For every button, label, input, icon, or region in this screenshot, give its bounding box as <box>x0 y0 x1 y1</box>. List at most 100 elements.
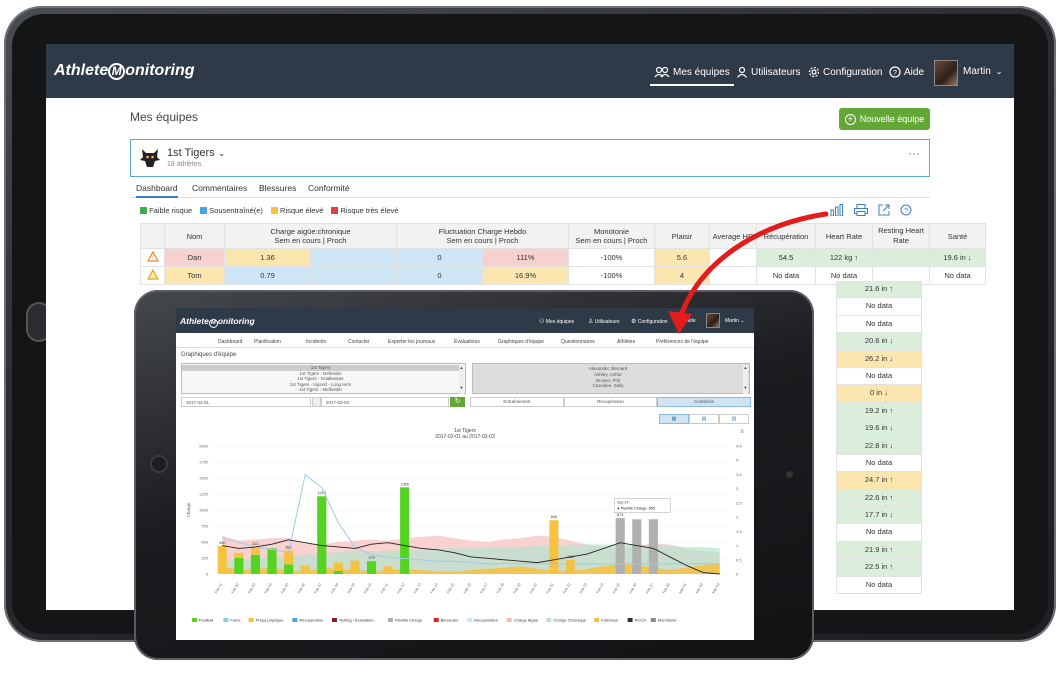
segment-recovery[interactable]: Récupération <box>563 397 658 407</box>
tab-injuries[interactable]: Blessures <box>259 183 296 193</box>
tab-1[interactable]: Planification <box>254 339 281 345</box>
team-select-list[interactable]: 1st Tigers 1st Tigers - Defender 1st Tiger… <box>181 363 466 394</box>
nav-teams[interactable]: Mes équipes <box>650 60 734 86</box>
legend-very-high-risk: Risque très élevé <box>331 206 398 215</box>
x-tick-label: Feb 24 <box>595 583 604 595</box>
col-sante[interactable]: Santé <box>929 223 986 249</box>
col-resting-hr[interactable]: Resting Heart Rate <box>872 223 930 249</box>
date-to-input[interactable]: 2017-03-03 <box>321 397 449 407</box>
chevron-down-icon: ⌄ <box>740 318 745 324</box>
app-logo[interactable]: Athlete Monitoring <box>54 62 195 80</box>
bar-pr-pa-physique <box>217 545 227 574</box>
athlete-name[interactable]: Tom <box>164 266 225 285</box>
x-tick-label: Feb 05 <box>280 583 289 595</box>
chart-view-bar-icon[interactable]: ▦ <box>659 414 689 424</box>
athlete-name[interactable]: Dan <box>164 248 225 267</box>
x-tick-label: Feb 19 <box>513 583 522 595</box>
avatar[interactable] <box>706 313 720 328</box>
team-option[interactable]: 1st Tigers - Midfielder <box>182 387 459 393</box>
tab-5[interactable]: Évaluations <box>454 339 480 345</box>
nav-help[interactable]: ? Aide <box>681 318 696 324</box>
x-tick-label: Mar 01 <box>678 583 687 595</box>
col-avg-hr[interactable]: Average HR <box>709 223 757 249</box>
bar-planifi-charge <box>615 518 625 574</box>
export-icon[interactable] <box>878 204 890 216</box>
print-icon[interactable] <box>854 204 868 216</box>
legend-swatch <box>292 618 298 622</box>
col-fluct[interactable]: Fluctuation Charge Hebdo Sem en cours | P… <box>396 223 569 249</box>
cell-sante: 0 in ↓ <box>836 385 922 403</box>
x-tick-label: Feb 14 <box>430 583 439 595</box>
y-tick-label: 500 <box>201 540 208 545</box>
nav-teams[interactable]: ⚇ Mes équipes <box>539 318 575 326</box>
logo-text-a: Athlete <box>180 316 209 326</box>
nav-configuration[interactable]: ⚙ Configuration <box>631 318 668 326</box>
nav-configuration[interactable]: Configuration <box>808 66 882 78</box>
tab-0[interactable]: Dashboard <box>218 339 242 345</box>
col-plaisir[interactable]: Plaisir <box>654 223 710 249</box>
chart-view-line-icon[interactable]: ▤ <box>689 414 719 424</box>
data-label: 873 <box>617 513 623 517</box>
cell-sante: 26.2 in ↓ <box>836 350 922 368</box>
col-recup[interactable]: Récupération <box>756 223 816 249</box>
refresh-button[interactable]: ↻ <box>450 397 465 407</box>
nav-users[interactable]: Utilisateurs <box>736 66 800 78</box>
bar-pr-pa-physique <box>250 547 261 555</box>
chart-view-table-icon[interactable]: ▥ <box>719 414 749 424</box>
avatar[interactable] <box>934 60 958 86</box>
legend-swatch <box>467 618 473 622</box>
col-mono-sub: Sem en cours | Proch <box>575 236 648 245</box>
user-name: Martin <box>725 318 739 324</box>
scrollbar[interactable]: ▲ ▼ <box>459 365 464 394</box>
tab-4[interactable]: Exporter les journaux <box>388 339 435 345</box>
tab-3[interactable]: Contacter <box>348 339 370 345</box>
tab-dashboard[interactable]: Dashboard <box>136 183 178 198</box>
y-tick-label: 1500 <box>199 476 209 481</box>
team-name[interactable]: 1st Tigers ⌄ <box>167 147 225 159</box>
cell-plaisir: 5.6 <box>654 248 710 267</box>
segment-combined[interactable]: Combinés <box>657 397 752 407</box>
refresh-icon: ↻ <box>454 398 461 405</box>
tab-2[interactable]: Incidents <box>306 339 326 345</box>
bar-football <box>333 570 343 574</box>
segment-training[interactable]: Entraînement <box>470 397 564 407</box>
user-menu[interactable]: Martin ⌄ <box>725 318 745 324</box>
legend-label: Récupération <box>299 618 323 623</box>
svg-text:?: ? <box>893 70 897 77</box>
user-menu[interactable]: Martin ⌄ <box>963 66 1003 77</box>
col-fluct-sub: Sem en cours | Proch <box>446 236 519 245</box>
nav-help[interactable]: ? Aide <box>889 66 924 78</box>
tab-7[interactable]: Questionnaires <box>561 339 595 345</box>
col-acute[interactable]: Charge aigüe:chronique Sem en cours | Pro… <box>224 223 397 249</box>
cell-heart-rate: 122 kg ↑ <box>815 248 873 267</box>
nav-configuration-label: Configuration <box>823 66 883 78</box>
nav-configuration-label: Configuration <box>637 318 668 325</box>
bar-chart-icon[interactable] <box>830 204 844 216</box>
tab-compliance[interactable]: Conformité <box>308 183 350 193</box>
athlete-select-list[interactable]: Alexander, Bernard Ashley, Arthur Brower, … <box>472 363 750 394</box>
team-load-chart[interactable]: 1st Tigers2017-02-01 au 2017-03-03≡02505… <box>176 426 754 640</box>
col-heart-rate[interactable]: Heart Rate <box>815 223 873 249</box>
cell-sante: No data <box>929 266 986 285</box>
date-from-input[interactable]: 2017-02-01 <box>181 397 311 407</box>
table-row[interactable]: ! Dan 1.36 0 111% -100% 5.6 54.5 122 kg … <box>140 248 986 267</box>
app-logo[interactable]: Athlete Monitoring <box>180 316 255 328</box>
col-nom[interactable]: Nom <box>164 223 225 249</box>
sante-column: 21.6 in ↑ No data No data 20.6 in ↓ 26.2 in … <box>836 281 922 595</box>
scrollbar[interactable]: ▲ ▼ <box>743 365 748 394</box>
tab-9[interactable]: Préférences de l'équipe <box>656 339 708 345</box>
help-icon[interactable]: ? <box>900 204 912 216</box>
x-tick-label: Feb 18 <box>496 583 505 595</box>
more-options-icon[interactable]: ··· <box>908 146 920 160</box>
athlete-option[interactable]: Cassidee, Sally <box>473 383 743 389</box>
y2-tick-label: 0 <box>736 572 739 577</box>
tooltip-title: Sep 24 <box>617 500 628 504</box>
tab-comments[interactable]: Commentaires <box>192 183 247 193</box>
col-mono[interactable]: Monotonie Sem en cours | Proch <box>568 223 655 249</box>
tab-8[interactable]: Athlètes <box>617 339 635 345</box>
new-team-button[interactable]: + Nouvelle équipe <box>839 108 930 130</box>
data-label: 379 <box>368 556 374 560</box>
team-card-header[interactable]: 1st Tigers ⌄ 18 athlètes ··· <box>130 139 930 177</box>
nav-teams-label: Mes équipes <box>545 318 575 325</box>
nav-users[interactable]: ♙ Utilisateurs <box>588 318 620 326</box>
